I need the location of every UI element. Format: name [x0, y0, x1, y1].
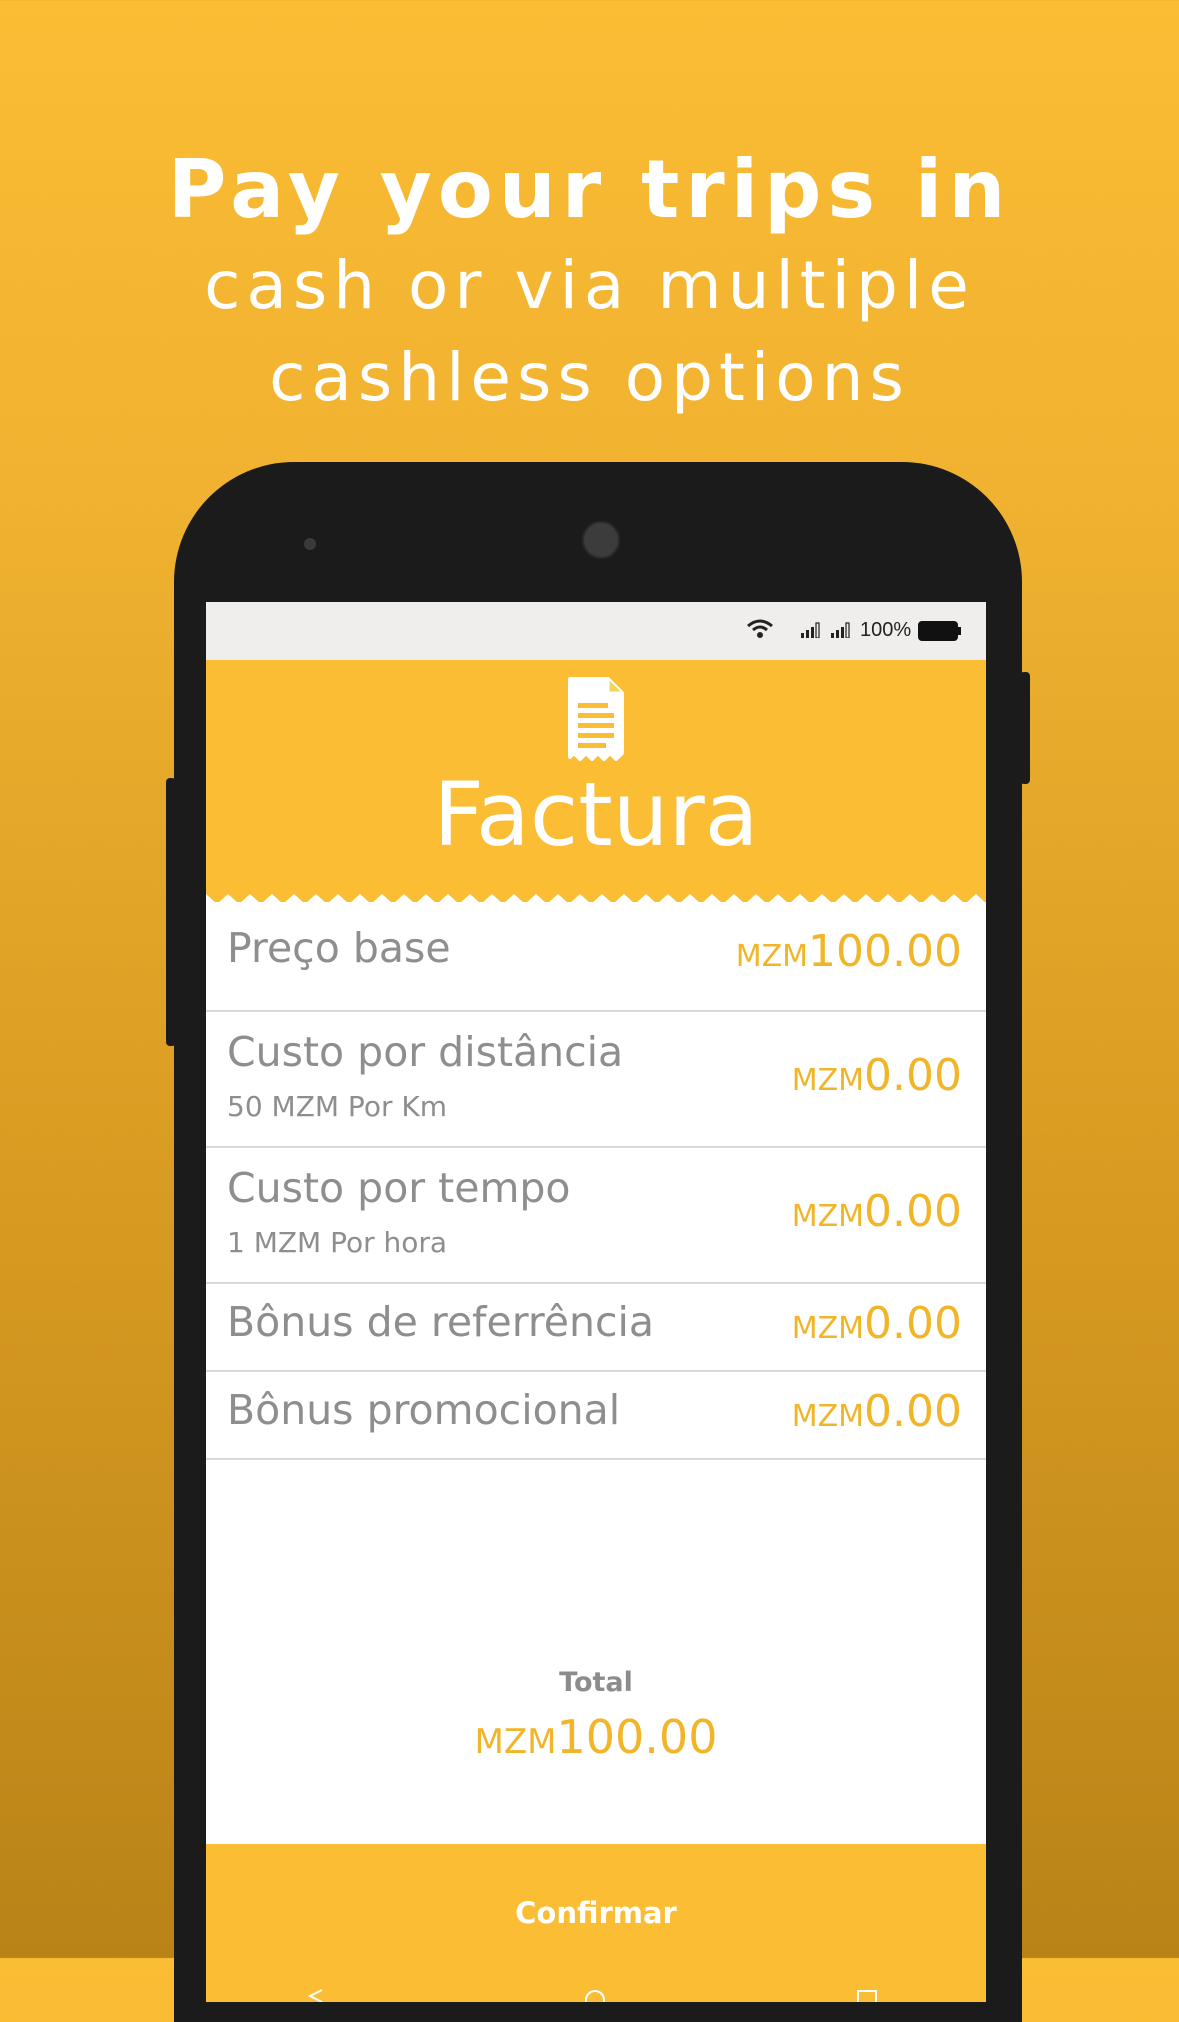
fare-row-time-cost: Custo por tempo 1 MZM Por hora MZM0.00: [206, 1148, 986, 1284]
fare-row-referral-bonus: Bônus de referrência MZM0.00: [206, 1284, 986, 1372]
amount-value: 100.00: [808, 926, 962, 977]
headline-line-2: cash or via multiple: [204, 247, 975, 324]
amount-value: 0.00: [864, 1386, 962, 1437]
amount-value: 0.00: [864, 1186, 962, 1237]
fare-row-label: Custo por distância: [227, 1028, 624, 1076]
fare-row-amount: MZM0.00: [792, 1298, 962, 1349]
phone-screen: 100% Factura Preço base MZM100.00 Custo …: [206, 602, 986, 2002]
invoice-title: Factura: [433, 763, 759, 866]
fare-row-amount: MZM0.00: [792, 1050, 962, 1101]
phone-sensor: [304, 538, 316, 550]
fare-row-promo-bonus: Bônus promocional MZM0.00: [206, 1372, 986, 1460]
headline-line-3: cashless options: [269, 339, 910, 416]
amount-value: 0.00: [864, 1298, 962, 1349]
fare-row-distance-cost: Custo por distância 50 MZM Por Km MZM0.0…: [206, 1012, 986, 1148]
phone-camera: [582, 521, 620, 559]
invoice-header: Factura: [206, 660, 986, 902]
currency-code: MZM: [791, 1399, 865, 1434]
currency-code: MZM: [791, 1063, 865, 1098]
currency-code: MZM: [791, 1199, 865, 1234]
battery-percentage: 100%: [860, 619, 912, 641]
amount-value: 100.00: [556, 1710, 718, 1764]
signal-icon: [831, 622, 850, 638]
headline: Pay your trips in cash or via multiple c…: [0, 140, 1179, 424]
fare-row-label: Custo por tempo: [227, 1164, 571, 1212]
battery-icon: [918, 621, 961, 641]
currency-code: MZM: [474, 1722, 557, 1762]
fare-row-amount: MZM0.00: [792, 1186, 962, 1237]
fare-row-sublabel: 50 MZM Por Km: [227, 1090, 447, 1123]
fare-row-sublabel: 1 MZM Por hora: [227, 1226, 448, 1259]
status-bar: 100%: [206, 602, 986, 660]
receipt-icon: [568, 677, 624, 761]
fare-row-label: Bônus de referrência: [227, 1298, 655, 1346]
wifi-icon: [747, 619, 773, 638]
total-amount: MZM100.00: [206, 1710, 986, 1764]
fare-row-base-price: Preço base MZM100.00: [206, 906, 986, 1012]
fare-row-amount: MZM100.00: [736, 926, 962, 977]
confirm-button-label: Confirmar: [515, 1896, 677, 1930]
signal-icon: [801, 622, 820, 638]
currency-code: MZM: [735, 939, 809, 974]
home-icon[interactable]: [584, 1989, 606, 2002]
amount-value: 0.00: [864, 1050, 962, 1101]
fare-row-label: Bônus promocional: [227, 1386, 621, 1434]
recent-apps-icon[interactable]: [856, 1989, 878, 2002]
currency-code: MZM: [791, 1311, 865, 1346]
fare-row-amount: MZM0.00: [792, 1386, 962, 1437]
total-label: Total: [559, 1667, 633, 1698]
back-icon[interactable]: [308, 1989, 324, 2002]
fare-row-label: Preço base: [227, 924, 451, 972]
headline-line-1: Pay your trips in: [167, 143, 1012, 236]
zigzag-divider: [206, 894, 986, 906]
confirm-button[interactable]: Confirmar: [206, 1844, 986, 2002]
